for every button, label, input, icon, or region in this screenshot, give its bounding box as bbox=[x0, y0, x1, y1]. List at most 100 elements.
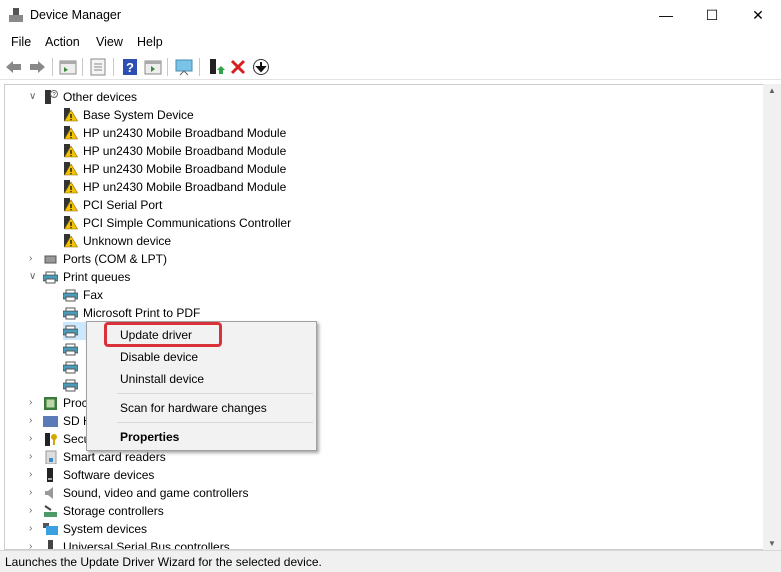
cpu-device-icon bbox=[44, 397, 57, 410]
warn-device-icon bbox=[63, 234, 78, 248]
details-icon[interactable] bbox=[89, 58, 107, 76]
properties-pane-icon[interactable] bbox=[59, 58, 77, 76]
warn-device-icon bbox=[63, 126, 78, 140]
other-device-icon: ? bbox=[45, 90, 58, 104]
printer-device-icon bbox=[63, 343, 78, 356]
tree-item-label: System devices bbox=[63, 522, 148, 536]
printer-device-icon bbox=[63, 289, 78, 302]
menu-separator bbox=[117, 393, 313, 394]
menu-bar: File Action View Help bbox=[0, 31, 781, 53]
tree-item-label: Ports (COM & LPT) bbox=[63, 252, 168, 266]
tree-item-device[interactable]: PCI Simple Communications Controller bbox=[5, 214, 755, 232]
chevron-right-icon[interactable]: › bbox=[29, 466, 32, 484]
device-manager-icon bbox=[9, 8, 23, 22]
warn-device-icon bbox=[63, 180, 78, 194]
back-arrow-icon[interactable] bbox=[5, 58, 23, 76]
menu-uninstall-device[interactable]: Uninstall device bbox=[120, 372, 204, 386]
tree-item-label: Unknown device bbox=[83, 234, 172, 248]
close-button[interactable]: ✕ bbox=[735, 0, 781, 31]
uninstall-x-icon[interactable] bbox=[229, 58, 247, 76]
tree-item-label: HP un2430 Mobile Broadband Module bbox=[83, 180, 287, 194]
chevron-right-icon[interactable]: › bbox=[29, 430, 32, 448]
warn-device-icon bbox=[63, 144, 78, 158]
chevron-down-icon[interactable]: ∨ bbox=[29, 88, 36, 106]
usb-device-icon bbox=[48, 540, 53, 549]
chevron-right-icon[interactable]: › bbox=[29, 250, 32, 268]
printer-device-icon bbox=[63, 307, 78, 320]
storage-device-icon bbox=[44, 505, 57, 517]
software-device-icon bbox=[47, 468, 53, 482]
download-arrow-icon[interactable] bbox=[252, 58, 270, 76]
menu-disable-device[interactable]: Disable device bbox=[120, 350, 198, 364]
tree-item-category[interactable]: › Ports (COM & LPT) bbox=[5, 250, 755, 268]
tree-item-label: Microsoft Print to PDF bbox=[83, 306, 201, 320]
tree-item-category[interactable]: › Universal Serial Bus controllers bbox=[5, 538, 755, 549]
warn-device-icon bbox=[63, 198, 78, 212]
chevron-down-icon[interactable]: ∨ bbox=[29, 268, 36, 286]
run-pane-icon[interactable] bbox=[144, 58, 162, 76]
chevron-right-icon[interactable]: › bbox=[29, 502, 32, 520]
tree-item-device[interactable]: Microsoft Print to PDF bbox=[5, 304, 755, 322]
tree-item-device[interactable]: HP un2430 Mobile Broadband Module bbox=[5, 142, 755, 160]
tree-item-device[interactable]: Base System Device bbox=[5, 106, 755, 124]
sd-device-icon bbox=[43, 416, 58, 427]
title-bar: Device Manager — ☐ ✕ bbox=[0, 0, 781, 31]
menu-help[interactable]: Help bbox=[137, 35, 163, 49]
vertical-scrollbar[interactable]: ▲ ▼ bbox=[763, 84, 781, 550]
tree-item-device[interactable]: HP un2430 Mobile Broadband Module bbox=[5, 178, 755, 196]
tree-item-label: HP un2430 Mobile Broadband Module bbox=[83, 144, 287, 158]
chevron-right-icon[interactable]: › bbox=[29, 448, 32, 466]
tree-item-label: HP un2430 Mobile Broadband Module bbox=[83, 126, 287, 140]
tree-item-category[interactable]: › System devices bbox=[5, 520, 755, 538]
tree-item-label: Proc bbox=[63, 396, 88, 410]
tree-item-label: Print queues bbox=[63, 270, 131, 284]
tree-item-device[interactable]: HP un2430 Mobile Broadband Module bbox=[5, 124, 755, 142]
smartcard-device-icon bbox=[45, 450, 57, 464]
tree-item-category[interactable]: › Storage controllers bbox=[5, 502, 755, 520]
tree-item-label: Storage controllers bbox=[63, 504, 164, 518]
tree-item-category[interactable]: › Sound, video and game controllers bbox=[5, 484, 755, 502]
tree-item-label: Other devices bbox=[63, 90, 138, 104]
printer-device-icon bbox=[63, 379, 78, 392]
svg-text:?: ? bbox=[126, 60, 134, 75]
menu-scan-hardware[interactable]: Scan for hardware changes bbox=[120, 401, 267, 415]
tree-item-label: Base System Device bbox=[83, 108, 194, 122]
chevron-right-icon[interactable]: › bbox=[29, 538, 32, 549]
chevron-right-icon[interactable]: › bbox=[29, 412, 32, 430]
menu-file[interactable]: File bbox=[11, 35, 31, 49]
status-bar: Launches the Update Driver Wizard for th… bbox=[0, 550, 781, 572]
printer-device-icon bbox=[63, 361, 78, 374]
menu-action[interactable]: Action bbox=[45, 35, 80, 49]
port-device-icon bbox=[44, 255, 57, 264]
tree-item-category[interactable]: ∨ Print queues bbox=[5, 268, 755, 286]
device-tree[interactable]: ∨? Other devices Base System Device HP un24… bbox=[4, 84, 763, 550]
forward-arrow-icon[interactable] bbox=[28, 58, 46, 76]
tree-item-device[interactable]: HP un2430 Mobile Broadband Module bbox=[5, 160, 755, 178]
maximize-button[interactable]: ☐ bbox=[689, 0, 735, 31]
minimize-button[interactable]: — bbox=[643, 0, 689, 31]
system-device-icon bbox=[43, 523, 58, 535]
tree-item-device[interactable]: PCI Serial Port bbox=[5, 196, 755, 214]
chevron-right-icon[interactable]: › bbox=[29, 394, 32, 412]
tree-item-label: PCI Serial Port bbox=[83, 198, 163, 212]
tree-item-device[interactable]: Unknown device bbox=[5, 232, 755, 250]
menu-view[interactable]: View bbox=[96, 35, 123, 49]
highlight-box bbox=[104, 322, 222, 347]
tree-item-category[interactable]: › Software devices bbox=[5, 466, 755, 484]
tree-item-device[interactable]: Fax bbox=[5, 286, 755, 304]
tree-item-label: HP un2430 Mobile Broadband Module bbox=[83, 162, 287, 176]
printer-device-icon bbox=[63, 325, 78, 338]
scan-monitor-icon[interactable] bbox=[175, 58, 193, 76]
tree-item-label: Software devices bbox=[63, 468, 155, 482]
update-driver-icon[interactable] bbox=[207, 58, 225, 76]
chevron-right-icon[interactable]: › bbox=[29, 484, 32, 502]
toolbar: ? bbox=[0, 54, 781, 80]
tree-item-label: Sound, video and game controllers bbox=[63, 486, 249, 500]
tree-item-label: PCI Simple Communications Controller bbox=[83, 216, 292, 230]
tree-item-category[interactable]: ∨? Other devices bbox=[5, 88, 755, 106]
security-device-icon bbox=[45, 433, 57, 446]
help-icon[interactable]: ? bbox=[121, 58, 139, 76]
chevron-right-icon[interactable]: › bbox=[29, 520, 32, 538]
menu-properties[interactable]: Properties bbox=[120, 430, 179, 444]
warn-device-icon bbox=[63, 108, 78, 122]
